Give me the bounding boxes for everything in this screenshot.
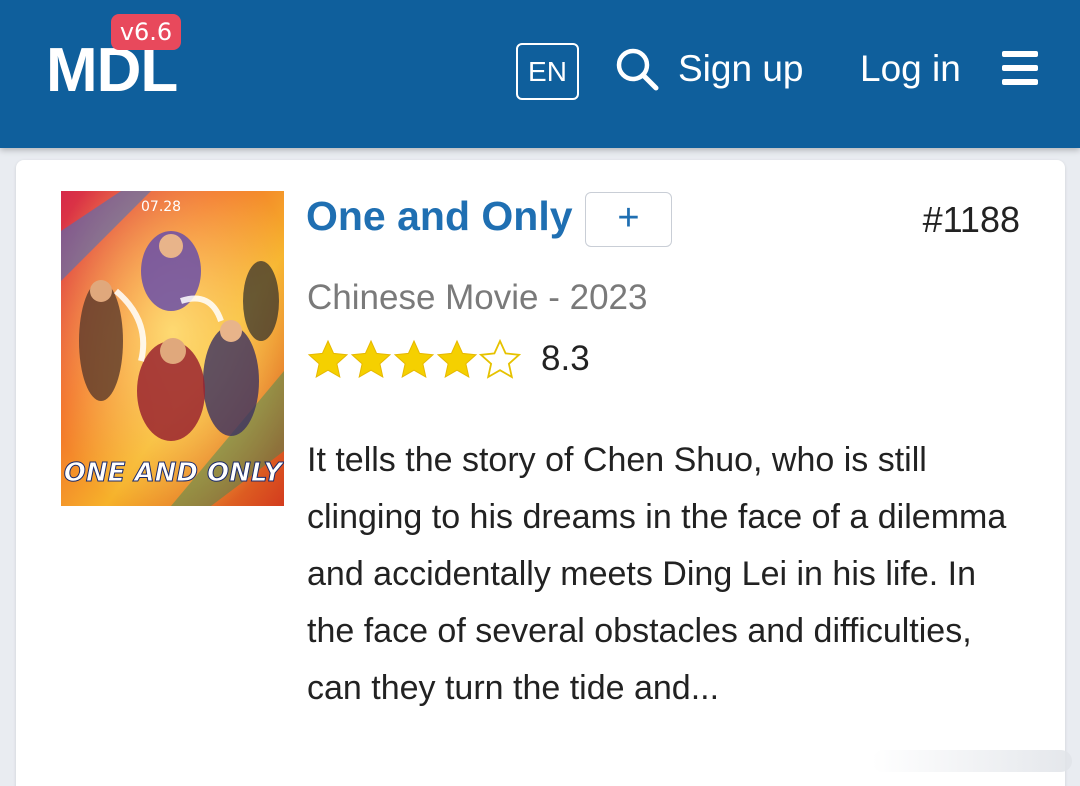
svg-text:07.28: 07.28 [141,199,181,215]
movie-title-link[interactable]: One and Only [306,190,573,242]
movie-description: It tells the story of Chen Shuo, who is … [307,441,1007,707]
version-badge: v6.6 [111,14,181,50]
signup-link[interactable]: Sign up [678,44,804,94]
hamburger-menu-icon[interactable] [1002,51,1038,85]
star-filled-icon [350,339,392,378]
rating-score: 8.3 [541,339,590,378]
login-link[interactable]: Log in [860,44,961,94]
star-filled-icon [393,339,435,378]
scroll-indicator [872,750,1072,772]
search-icon[interactable] [614,46,660,92]
star-rating [306,338,522,382]
movie-meta: Chinese Movie - 2023 [307,278,648,317]
movie-poster-image[interactable]: ONE AND ONLY 07.28 [61,191,284,506]
star-empty-icon [478,338,522,379]
star-filled-icon [436,339,478,378]
rank-number: #1188 [922,199,1020,240]
top-navbar: MDL v6.6 EN Sign up Log in [0,0,1080,148]
language-button[interactable]: EN [516,43,579,100]
add-to-list-button[interactable]: + [585,192,672,247]
svg-text:ONE AND ONLY: ONE AND ONLY [64,458,284,488]
star-filled-icon [307,339,349,378]
